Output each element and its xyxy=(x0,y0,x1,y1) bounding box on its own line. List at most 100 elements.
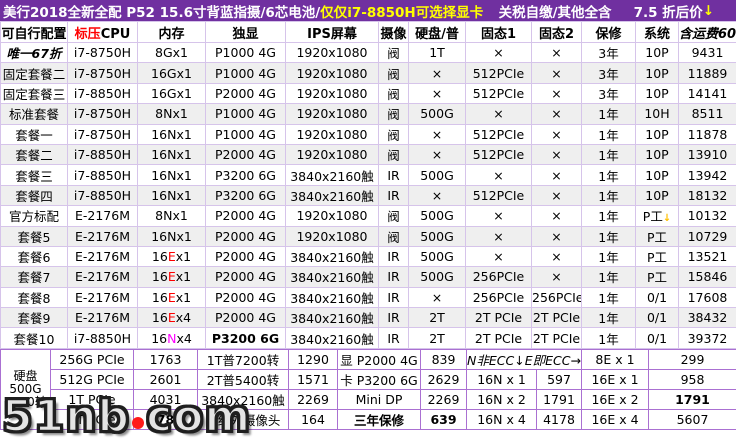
addon-cell: N非ECC↓E即ECC→ xyxy=(467,349,582,369)
addon-cell: 1290 xyxy=(289,349,338,369)
cell-cpu: E-2176M xyxy=(68,267,138,287)
addon-row-3: 1T PCIe40313840x2160触2269Mini DP226916N … xyxy=(1,389,736,409)
addon-cell: 16E x 2 xyxy=(582,389,649,409)
addon-cell: 2269 xyxy=(421,389,467,409)
cell-screen: 3840x2160触 xyxy=(286,267,379,287)
cell-package: 套餐四 xyxy=(1,185,68,205)
addon-cell: 2629 xyxy=(421,369,467,389)
cell-price: 39372 xyxy=(679,328,736,348)
addon-label-line: 7200转 xyxy=(1,396,50,409)
cell-package: 套餐5 xyxy=(1,226,68,246)
addon-cell: IR红外摄像头 xyxy=(198,409,289,429)
header-cell-camera: 摄像 xyxy=(379,22,409,43)
cell-camera: IR xyxy=(379,287,409,307)
cell-ssd1: × xyxy=(466,206,532,226)
config-row-3: 固定套餐三i7-8850H16Gx1P2000 4G1920x1080阀×512… xyxy=(1,83,736,103)
cell-camera: IR xyxy=(379,165,409,185)
addon-cell: 4031 xyxy=(134,389,198,409)
cell-ssd2: × xyxy=(532,185,582,205)
text-part: 标压 xyxy=(75,27,101,42)
cell-cpu: i7-8750H xyxy=(68,63,138,83)
cell-screen: 1920x1080 xyxy=(286,124,379,144)
cell-ssd2: × xyxy=(532,83,582,103)
cell-os: 0/1 xyxy=(636,308,679,328)
header-cell-price: 含运费600 xyxy=(679,22,736,43)
cell-warranty: 1年 xyxy=(582,328,636,348)
cell-ssd1: × xyxy=(466,246,532,266)
cell-hdd: × xyxy=(409,185,466,205)
addon-cell: 显 P2000 4G xyxy=(338,349,421,369)
cell-ssd1: 2T PCIe xyxy=(466,308,532,328)
cell-os: 10P xyxy=(636,165,679,185)
addon-cell: 三年保修 xyxy=(338,409,421,429)
addon-cell: 1763 xyxy=(134,349,198,369)
cell-hdd: 500G xyxy=(409,165,466,185)
cell-ram: 16Nx1 xyxy=(138,144,206,164)
cell-ssd1: 512PCIe xyxy=(466,144,532,164)
cell-price: 13521 xyxy=(679,246,736,266)
cell-os: 10P xyxy=(636,43,679,63)
addon-cell: 5607 xyxy=(649,409,736,429)
cell-ram: 8Gx1 xyxy=(138,43,206,63)
cell-package: 套餐二 xyxy=(1,144,68,164)
cell-warranty: 1年 xyxy=(582,185,636,205)
cell-hdd: 500G xyxy=(409,206,466,226)
cell-ram: 16Ex1 xyxy=(138,287,206,307)
cell-price: 11878 xyxy=(679,124,736,144)
cell-ssd2: × xyxy=(532,165,582,185)
text-part: P工 xyxy=(643,209,663,224)
cell-hdd: × xyxy=(409,287,466,307)
cell-os: 10P xyxy=(636,144,679,164)
cell-hdd: 1T xyxy=(409,43,466,63)
addon-cell: 839 xyxy=(421,349,467,369)
header-cell-os: 系统 xyxy=(636,22,679,43)
header-cell-ram: 内存 xyxy=(138,22,206,43)
config-table: 可自行配置标压CPU内存独显IPS屏幕摄像硬盘/普固态1固态2保修系统含运费60… xyxy=(0,21,736,349)
addon-cell: 8783 xyxy=(134,409,198,429)
cell-ram: 16Ex1 xyxy=(138,267,206,287)
config-row-15: 套餐10i7-8850H16Nx4P3200 6G3840x2160触IR2T2… xyxy=(1,328,736,348)
addon-cell: 1571 xyxy=(289,369,338,389)
addon-cell: 1T普7200转 xyxy=(198,349,289,369)
addon-cell: 597 xyxy=(537,369,582,389)
text-part: 16 xyxy=(152,290,168,305)
header-cell-screen: IPS屏幕 xyxy=(286,22,379,43)
cell-camera: 阀 xyxy=(379,124,409,144)
cell-gpu: P1000 4G xyxy=(206,63,286,83)
config-row-7: 套餐三i7-8850H16Nx1P3200 6G3840x2160触IR500G… xyxy=(1,165,736,185)
addon-cell: Mini DP xyxy=(338,389,421,409)
config-row-13: 套餐8E-2176M16Ex1P2000 4G3840x2160触IR×256P… xyxy=(1,287,736,307)
cell-package: 套餐一 xyxy=(1,124,68,144)
title-highlight: 仅仅i7-8850H可选择显卡 xyxy=(320,1,483,21)
cell-os: 10P xyxy=(636,83,679,103)
text-part: E xyxy=(168,290,176,305)
config-row-1: 唯一67折i7-8750H8Gx1P1000 4G1920x1080阀1T××3… xyxy=(1,43,736,63)
text-part: x1 xyxy=(176,290,191,305)
config-row-14: 套餐9E-2176M16Ex4P2000 4G3840x2160触IR2T2T … xyxy=(1,308,736,328)
cell-ram: 16Nx1 xyxy=(138,185,206,205)
cell-hdd: × xyxy=(409,144,466,164)
cell-price: 10132 xyxy=(679,206,736,226)
price-sheet: 美行2018全新全配 P52 15.6寸背蓝指摄/6芯电池/ 仅仅i7-8850… xyxy=(0,0,736,441)
cell-camera: 阀 xyxy=(379,226,409,246)
cell-os: 10P xyxy=(636,63,679,83)
cell-price: 11889 xyxy=(679,63,736,83)
cell-warranty: 1年 xyxy=(582,246,636,266)
cell-gpu: P2000 4G xyxy=(206,144,286,164)
header-cell-ssd1: 固态1 xyxy=(466,22,532,43)
cell-os: P工 xyxy=(636,246,679,266)
cell-package: 唯一67折 xyxy=(1,43,68,63)
addon-cell: 1T PCIe xyxy=(51,389,134,409)
cell-package: 固定套餐二 xyxy=(1,63,68,83)
cell-ram: 16Ex4 xyxy=(138,308,206,328)
cell-ram: 16Nx1 xyxy=(138,226,206,246)
cell-hdd: 2T xyxy=(409,328,466,348)
cell-ssd2: × xyxy=(532,246,582,266)
cell-gpu: P2000 4G xyxy=(206,287,286,307)
text-part: 16 xyxy=(151,331,167,346)
cell-package: 套餐8 xyxy=(1,287,68,307)
cell-cpu: E-2176M xyxy=(68,206,138,226)
cell-ram: 8Nx1 xyxy=(138,104,206,124)
text-part: 16 xyxy=(152,310,168,325)
cell-cpu: i7-8850H xyxy=(68,165,138,185)
